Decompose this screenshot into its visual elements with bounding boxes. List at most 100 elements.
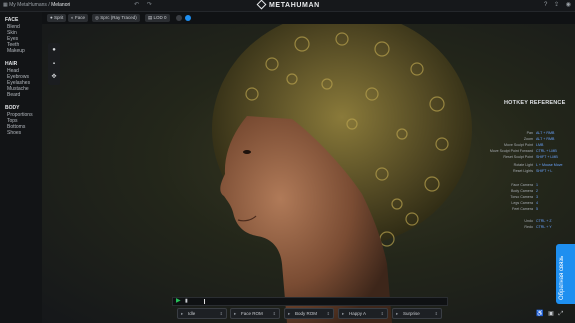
history-controls: ↶ ↷ xyxy=(134,0,158,11)
hotkey-key: 5 xyxy=(536,207,538,211)
brand-logo: METAHUMAN xyxy=(256,0,320,11)
toolbar-pill-2[interactable]: ◐ Face xyxy=(68,14,88,22)
hotkey-action: Body Camera xyxy=(511,189,533,193)
bottom-right-controls: ♿ ▣ ⤢ xyxy=(536,310,566,318)
animation-dropdown-5[interactable]: ▸ Surprise ⇕ xyxy=(392,308,442,319)
hotkey-action: Legs Camera xyxy=(511,201,533,205)
hotkey-key: CTRL + Z xyxy=(536,219,552,223)
breadcrumb-root[interactable]: My MetaHumans xyxy=(9,2,47,8)
animation-dropdown-2[interactable]: ▸ Face ROM ⇕ xyxy=(230,308,280,319)
sidebar-item-beard[interactable]: Beard xyxy=(7,92,20,98)
timeline-scrubber[interactable] xyxy=(204,299,205,304)
chevron-down-icon: ⇕ xyxy=(434,311,438,316)
hotkey-row: Face Camera 1 xyxy=(466,183,575,188)
toolbar-pill-1[interactable]: ● Sprit xyxy=(47,14,67,22)
hotkey-action: Redo xyxy=(524,225,533,229)
play-icon[interactable]: ▶ xyxy=(176,298,181,305)
redo-icon[interactable]: ↷ xyxy=(147,2,152,8)
dropdown-label: Happy A xyxy=(349,311,367,316)
fullscreen-icon[interactable]: ⤢ xyxy=(559,311,564,317)
animation-dropdown-3[interactable]: ▸ Body ROM ⇕ xyxy=(284,308,334,319)
help-icon[interactable]: ? xyxy=(544,2,547,8)
dropdown-label: Body ROM xyxy=(295,311,318,316)
window-controls: ? ⇪ ◉ xyxy=(539,0,571,11)
hotkey-key: ALT + RMB xyxy=(536,131,555,135)
hotkey-action: Zoom xyxy=(523,137,533,141)
hotkey-row: Feet Camera 5 xyxy=(466,207,575,212)
dropdown-label: Surprise xyxy=(403,311,420,316)
hotkey-key: SHIFT + LMB xyxy=(536,155,558,159)
account-icon[interactable]: ◉ xyxy=(566,2,571,8)
animation-dropdown-1[interactable]: ▸ Idle ⇕ xyxy=(177,308,227,319)
viewport-tool-strip: ● ▪ ✥ xyxy=(48,43,60,85)
hotkey-row: Move Sculpt Point Forward CTRL + LMB xyxy=(466,149,575,154)
play-small-icon: ▸ xyxy=(181,311,184,316)
hotkey-row: Torso Camera 3 xyxy=(466,195,575,200)
hotkey-row: Zoom ALT + RMB xyxy=(466,137,575,142)
top-bar: ▦ My MetaHumans / Melanori ↶ ↷ METAHUMAN… xyxy=(0,0,575,12)
sidebar-header-hair: HAIR xyxy=(5,61,18,67)
hotkey-action: Move Sculpt Point xyxy=(504,143,533,147)
metahuman-logo-icon xyxy=(256,0,267,10)
hotkey-row: Rotate Light L + Mouse Move xyxy=(466,163,575,168)
hotkey-key: 1 xyxy=(536,183,538,187)
hotkey-reference-panel: HOTKEY REFERENCE Pan ALT + RMB Zoom ALT + … xyxy=(466,100,575,231)
hotkey-action: Pan xyxy=(526,131,533,135)
hotkey-row: Body Camera 2 xyxy=(466,189,575,194)
step-icon[interactable]: ▮ xyxy=(185,298,188,305)
hotkey-action: Move Sculpt Point Forward xyxy=(489,149,533,153)
animation-dropdown-4[interactable]: ▸ Happy A ⇕ xyxy=(338,308,388,319)
hotkey-action: Face Camera xyxy=(511,183,533,187)
toolbar-pill-3[interactable]: ◎ Sprc (Ray Traced) xyxy=(92,14,140,22)
accessibility-icon[interactable]: ♿ xyxy=(536,311,543,317)
sidebar-header-body: BODY xyxy=(5,105,20,111)
sidebar-item-makeup[interactable]: Makeup xyxy=(7,48,25,54)
hotkey-key: L + Mouse Move xyxy=(536,163,563,167)
eye-shape xyxy=(243,150,251,154)
breadcrumb-separator: / xyxy=(48,2,50,8)
breadcrumb-current: Melanori xyxy=(51,2,71,8)
sidebar-item-shoes[interactable]: Shoes xyxy=(7,130,21,136)
hotkey-key: SHIFT + L xyxy=(536,169,553,173)
share-icon[interactable]: ⇪ xyxy=(554,2,559,8)
hotkey-action: Reset Sculpt Point xyxy=(503,155,533,159)
hotkey-action: Reset Lights xyxy=(513,169,533,173)
dropdown-label: Face ROM xyxy=(241,311,263,316)
hotkey-key: ALT + RMB xyxy=(536,137,555,141)
play-small-icon: ▸ xyxy=(396,311,399,316)
hotkey-key: CTRL + LMB xyxy=(536,149,557,153)
pill-label: Sprit xyxy=(53,15,64,20)
feedback-tab[interactable]: Обратная связь xyxy=(556,244,575,304)
hotkey-row: Pan ALT + RMB xyxy=(466,131,575,136)
hotkey-row: Undo CTRL + Z xyxy=(466,219,575,224)
camera-icon[interactable]: ▪ xyxy=(51,61,57,67)
chevron-down-icon: ⇕ xyxy=(326,311,330,316)
info-circle-button[interactable] xyxy=(185,15,191,21)
hotkey-action: Undo xyxy=(524,219,533,223)
play-small-icon: ▸ xyxy=(288,311,291,316)
pill-label: Sprc (Ray Traced) xyxy=(100,15,137,20)
left-sidebar: FACE Blend Skin Eyes Teeth Makeup HAIR H… xyxy=(0,12,42,323)
dropdown-label: Idle xyxy=(188,311,196,316)
layout-icon[interactable]: ▣ xyxy=(548,311,554,317)
hotkey-key: 2 xyxy=(536,189,538,193)
hotkey-row: Reset Lights SHIFT + L xyxy=(466,169,575,174)
brand-name: METAHUMAN xyxy=(269,2,320,9)
settings-circle-button[interactable] xyxy=(176,15,182,21)
hotkey-key: 4 xyxy=(536,201,538,205)
hotkey-row: Legs Camera 4 xyxy=(466,201,575,206)
undo-icon[interactable]: ↶ xyxy=(134,2,139,8)
light-bulb-icon[interactable]: ● xyxy=(51,47,57,53)
hotkey-action: Torso Camera xyxy=(510,195,533,199)
hotkey-row: Reset Sculpt Point SHIFT + LMB xyxy=(466,155,575,160)
hotkey-action: Rotate Light xyxy=(513,163,533,167)
move-icon[interactable]: ✥ xyxy=(51,74,57,80)
hotkey-title: HOTKEY REFERENCE xyxy=(504,100,566,106)
hotkey-row: Move Sculpt Point LMB xyxy=(466,143,575,148)
feedback-label: Обратная связь xyxy=(559,255,565,300)
sidebar-header-face: FACE xyxy=(5,17,19,23)
animation-timeline[interactable]: ▶ ▮ xyxy=(172,297,448,306)
breadcrumb: ▦ My MetaHumans / Melanori xyxy=(3,0,70,11)
hotkey-key: 3 xyxy=(536,195,538,199)
toolbar-pill-4[interactable]: ▤ LOD 0 xyxy=(145,14,170,22)
